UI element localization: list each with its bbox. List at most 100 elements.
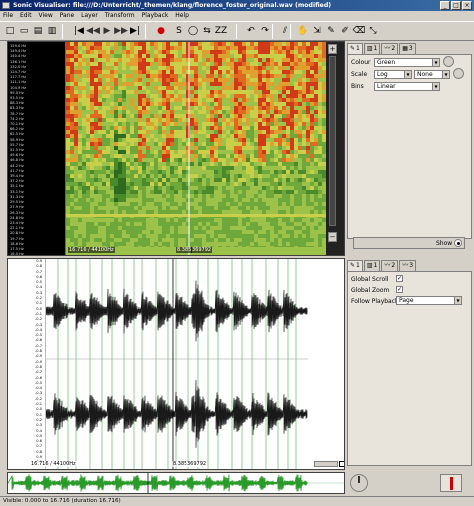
tab-view-3[interactable]: 〰 3 [399,260,417,271]
waveform-cursor-frame: 369792 [186,461,208,467]
colour-label: Colour [351,59,371,66]
play-icon[interactable]: ▶ [100,24,114,38]
frequency-scale: 159.0 Hz 149.4 Hz 140.4 Hz 136.1 Hz 132.0 Hz… [8,42,66,255]
open-icon[interactable]: ▭ [17,24,31,38]
overview-waveform[interactable] [8,473,344,493]
menu-view[interactable]: View [39,12,53,19]
play-meter [440,474,462,492]
global-zoom-label: Global Zoom [351,287,390,294]
scale-select[interactable]: Log ▼ [374,70,412,79]
undo-icon[interactable]: ↶ [244,24,258,38]
scale-mode-select[interactable]: None ▼ [414,70,450,79]
waveform-canvas[interactable] [46,259,308,469]
waveform-trace [46,280,308,342]
spectrogram-duration-info: 16.716 / 44100Hz [68,247,115,253]
chevron-down-icon: ▼ [404,71,411,78]
tab-layer-3[interactable]: ▦ 3 [399,43,416,54]
tab-layer-2[interactable]: 〰 2 [381,43,399,54]
draw-tool-icon[interactable]: ✐ [338,24,352,38]
vertical-zoom-slider[interactable] [329,56,336,226]
rewind-icon[interactable]: ◀◀ [86,24,100,38]
gain-dial[interactable] [453,68,464,79]
toolbar: □ ▭ ▤ ▥ |◀ ◀◀ ▶ ▶▶ ▶| ● S ◯ ⇆ ZZ ↶ ↷ ⫽ ✋ ⇲ ✎ ✐ ⌫ ⤡ [0,21,474,41]
menu-layer[interactable]: Layer [81,12,98,19]
waveform-right-margin [308,259,344,469]
pen-icon: ✎ [350,262,356,269]
waveform-icon: 〰 [384,45,391,52]
new-file-icon[interactable]: □ [3,24,17,38]
global-scroll-checkbox[interactable]: ✓ [396,275,403,282]
loop-icon[interactable]: ◯ [186,24,200,38]
menu-file[interactable]: File [3,12,13,19]
zoom-out-icon[interactable]: − [328,232,337,242]
waveform-duration-info: 16.716 / 44100Hz [30,461,77,467]
chevron-down-icon: ▼ [432,59,439,66]
title-bar: Sonic Visualiser: file:///D:/Unterricht/… [0,0,474,11]
chevron-down-icon: ▼ [432,83,439,90]
vertical-zoom-bar: + − [326,42,344,255]
maximize-button[interactable]: □ [451,1,461,10]
ruler-icon: ▥ [366,262,373,269]
forward-end-icon[interactable]: ▶| [128,24,142,38]
spectrogram-icon: ▦ [402,45,408,52]
spectrogram-pane[interactable]: 159.0 Hz 149.4 Hz 140.4 Hz 136.1 Hz 132.0 Hz… [7,41,345,256]
menu-transform[interactable]: Transform [105,12,135,19]
app-icon [2,2,10,9]
status-text: Visible: 0.000 to 16.716 (duration 16.71… [3,498,121,504]
redo-icon[interactable]: ↷ [258,24,272,38]
follow-playback-label: Follow Playback [351,298,399,305]
global-scroll-label: Global Scroll [351,276,389,283]
edit-tool-icon[interactable]: ✎ [324,24,338,38]
ruler-icon: ▥ [366,45,373,52]
save-icon[interactable]: ▤ [31,24,45,38]
menu-pane[interactable]: Pane [60,12,75,19]
record-icon[interactable]: ● [154,24,168,38]
menu-edit[interactable]: Edit [20,12,32,19]
chevron-down-icon: ▼ [454,297,461,304]
pen-icon: ✎ [350,45,356,52]
spectrogram-cursor-frame: 369792 [191,247,213,253]
save-as-icon[interactable]: ▥ [45,24,59,38]
show-toggle[interactable] [454,239,462,247]
close-button[interactable]: × [462,1,472,10]
horizontal-zoom-slider[interactable] [314,461,338,467]
menu-playback[interactable]: Playback [142,12,169,19]
show-label: Show [436,240,453,247]
waveform-icon: 〰 [402,262,409,269]
bins-label: Bins [351,83,364,90]
fast-forward-icon[interactable]: ▶▶ [114,24,128,38]
waveform-pane[interactable]: 0.9 0.8 0.7 0.6 0.5 0.4 0.3 0.2 0.1 0.0 -0.1 -0.2 -0… [7,258,345,470]
measure-tool-icon[interactable]: ⤡ [366,24,380,38]
overview-trace [8,474,308,492]
follow-playback-select[interactable]: Page ▼ [396,296,462,305]
colour-dial[interactable] [443,56,454,67]
spectrogram-canvas[interactable] [66,42,326,255]
select-tool-icon[interactable]: ⇲ [310,24,324,38]
status-bar: Visible: 0.000 to 16.716 (duration 16.71… [0,496,474,506]
harmonic-band [66,214,326,217]
menu-help[interactable]: Help [175,12,189,19]
minimize-button[interactable]: _ [440,1,450,10]
rewind-start-icon[interactable]: |◀ [72,24,86,38]
tab-layer-1b[interactable]: ▥ 1 [363,43,381,54]
play-selection-icon[interactable]: S [172,24,186,38]
bins-select[interactable]: Linear ▼ [374,82,440,91]
tab-view-2[interactable]: 〰 2 [381,260,399,271]
tab-view-1a[interactable]: ✎ 1 [347,260,363,271]
layer-properties-panel-top: ✎ 1 ▥ 1 〰 2 ▦ 3 Colour Green ▼ Scale Log ▼ Non… [345,41,474,256]
global-zoom-checkbox[interactable]: ✓ [396,286,403,293]
solo-icon[interactable]: ZZ [214,24,228,38]
tab-layer-1a[interactable]: ✎ 1 [347,43,363,54]
colour-select[interactable]: Green ▼ [374,58,440,67]
navigate-tool-icon[interactable]: ✋ [296,24,310,38]
menu-bar: File Edit View Pane Layer Transform Play… [0,11,474,21]
zoom-in-icon[interactable]: + [328,44,337,54]
follow-icon[interactable]: ⇆ [200,24,214,38]
layer-properties-panel-bottom: ✎ 1 ▥ 1 〰 2 〰 3 Global Scroll ✓ Global Zoom … [345,258,474,470]
playback-speed-dial[interactable] [350,474,368,492]
freq-tick-label: 16.5 Hz [10,252,24,255]
tab-view-1b[interactable]: ▥ 1 [363,260,381,271]
overview-pane[interactable] [7,472,345,494]
waveform-trace [46,380,308,448]
erase-tool-icon[interactable]: ⌫ [352,24,366,38]
